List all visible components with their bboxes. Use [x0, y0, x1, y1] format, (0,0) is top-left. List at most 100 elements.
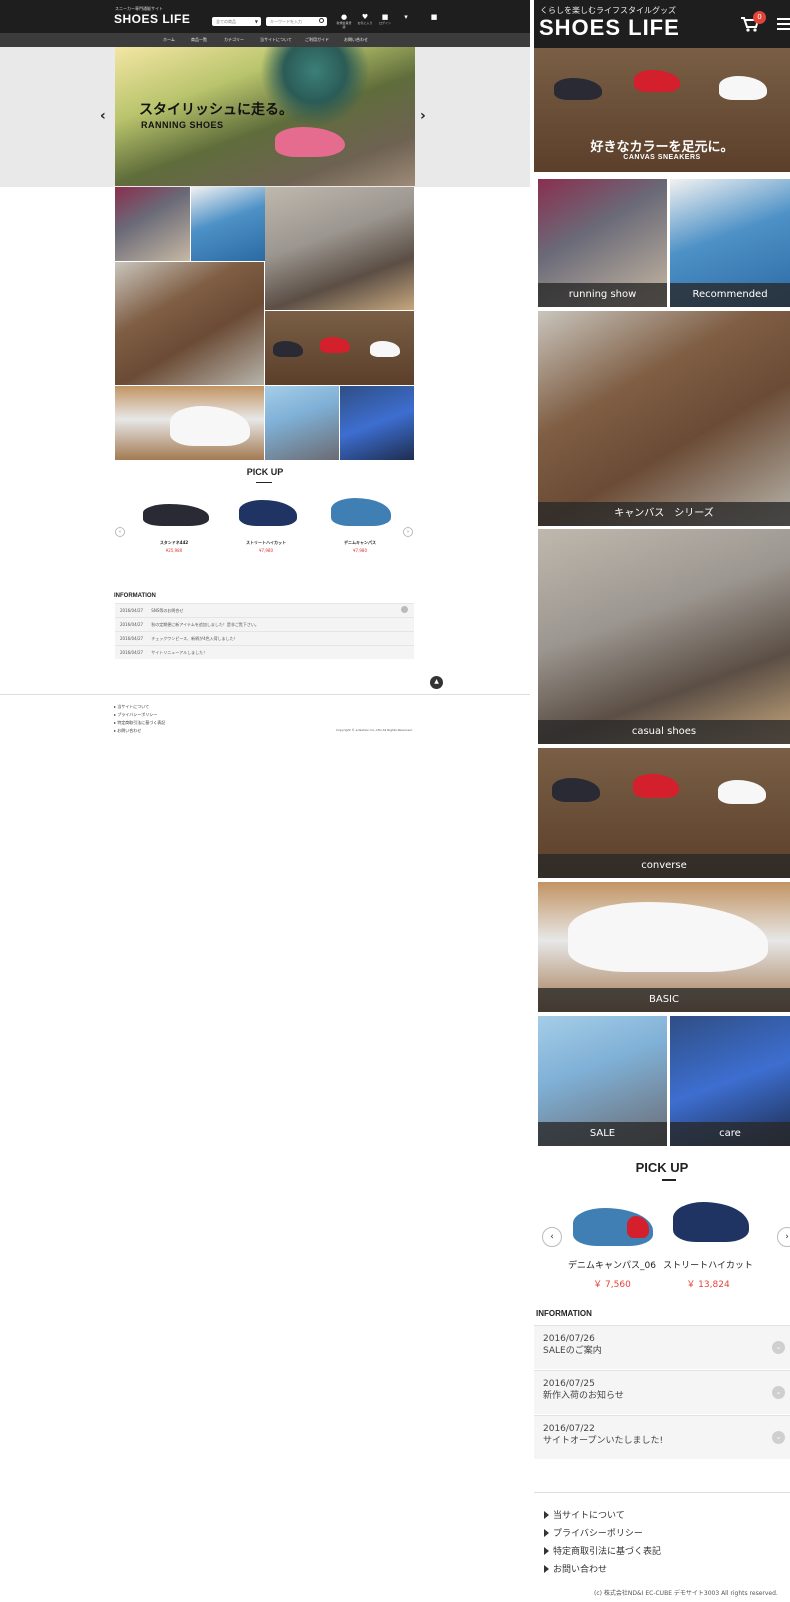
pickup-heading: PICK UP [246, 467, 284, 477]
news-date: 2016/04/27 [120, 608, 144, 613]
footer-link-contact[interactable]: お問い合わせ [544, 1562, 607, 1575]
news-date: 2016/04/27 [120, 636, 144, 641]
chevron-down-icon[interactable]: ⌄ [772, 1386, 785, 1399]
product-card[interactable]: ストリートハイカット ¥7,980 [226, 490, 306, 553]
product-card[interactable]: デニムキャンパス ¥7,980 [320, 490, 400, 553]
tile-sale[interactable] [265, 386, 339, 460]
news-item[interactable]: 2016/04/27 秋の定期便に新アイテムを追加しました！是非ご覧下さい。 [115, 617, 414, 631]
news-item[interactable]: 2016/07/26 SALEのご案内 ⌄ [534, 1325, 790, 1369]
login-link[interactable]: ■ ログイン [377, 13, 393, 25]
register-link[interactable]: ● 新規会員登録 [336, 13, 352, 29]
product-image [567, 1194, 657, 1254]
category-label: SALE [538, 1122, 667, 1146]
shoe-image [633, 774, 679, 798]
footer-link-privacy[interactable]: プライバシーポリシー [544, 1526, 643, 1539]
footer-link-tokushoho[interactable]: 特定商取引法に基づく表記 [544, 1544, 661, 1557]
news-item[interactable]: 2016/04/27 SNS等のお問合せ [115, 603, 414, 617]
canvas-banner[interactable]: 好きなカラーを足元に。 CANVAS SNEAKERS [534, 48, 790, 172]
login-label: ログイン [378, 21, 391, 25]
category-recommended[interactable]: Recommended [670, 179, 790, 307]
product-card[interactable]: ストリートハイカット ￥ 13,824 [658, 1194, 758, 1290]
nav-item-about[interactable]: 当サイトについて [260, 37, 292, 43]
category-label: converse [538, 854, 790, 878]
category-casual-shoes[interactable]: casual shoes [538, 529, 790, 744]
category-select-value: 全ての商品 [216, 19, 236, 24]
footer-link-label: 当サイトについて [117, 704, 150, 709]
hamburger-menu-icon[interactable] [777, 18, 790, 30]
register-label: 新規会員登録 [336, 21, 352, 29]
hero-slide[interactable]: スタイリッシュに走る。 RANNING SHOES [115, 47, 415, 186]
chevron-left-icon[interactable]: ‹ [115, 527, 125, 537]
nav-item-category[interactable]: カテゴリー [224, 37, 244, 43]
search-input[interactable]: キーワードを入力 [266, 17, 327, 26]
site-logo[interactable]: SHOES LIFE [114, 12, 190, 26]
product-price: ¥7,980 [353, 548, 367, 553]
product-card[interactable]: デニムキャンパス_06 ￥ 7,560 [562, 1194, 662, 1290]
news-title: サイトリニューアルしました！ [151, 650, 208, 655]
lock-link[interactable]: ■ [426, 13, 442, 21]
shoe-image [331, 498, 391, 526]
footer-link-about[interactable]: ▸ 当サイトについて [114, 704, 149, 710]
category-label: Recommended [670, 283, 790, 307]
cart-link[interactable]: ▾ [398, 13, 414, 21]
category-basic[interactable]: BASIC [538, 882, 790, 1012]
tile-care[interactable] [340, 386, 414, 460]
tile-canvas[interactable] [115, 262, 264, 385]
category-converse[interactable]: converse [538, 748, 790, 878]
chevron-left-icon[interactable]: ‹ [542, 1227, 562, 1247]
chevron-down-icon[interactable]: ⌄ [772, 1341, 785, 1354]
category-canvas-series[interactable]: キャンバス シリーズ [538, 311, 790, 526]
shoe-image [239, 500, 297, 526]
copyright: (c) 株式会社ND&I EC-CUBE デモサイト3003 All right… [594, 1590, 778, 1597]
search-icon[interactable] [319, 18, 324, 23]
site-logo[interactable]: SHOES LIFE [539, 15, 680, 41]
footer-link-about[interactable]: 当サイトについて [544, 1508, 625, 1521]
expand-toggle-icon[interactable] [401, 606, 408, 613]
news-title: チェックワンピース、新柄が4色入荷しました！ [151, 636, 238, 641]
category-care[interactable]: care [670, 1016, 790, 1146]
nav-item-contact[interactable]: お問い合わせ [344, 37, 368, 43]
next-slide-icon[interactable]: › [420, 108, 426, 124]
news-item[interactable]: 2016/04/27 サイトリニューアルしました！ [115, 645, 414, 659]
mobile-header: くらしを楽しむライフスタイルグッズ SHOES LIFE 0 [534, 0, 790, 48]
product-price: ¥25,980 [165, 548, 183, 553]
category-label: running show [538, 283, 667, 307]
heading-underline [256, 482, 272, 483]
footer-link-label: プライバシーポリシー [117, 712, 158, 717]
category-running-show[interactable]: running show [538, 179, 667, 307]
category-label: care [670, 1122, 790, 1146]
tile-casual[interactable] [265, 187, 414, 310]
tile-recommended[interactable] [191, 187, 265, 261]
news-item[interactable]: 2016/07/25 新作入荷のお知らせ ⌄ [534, 1370, 790, 1414]
heading-underline [662, 1179, 676, 1181]
copyright: Copyright © e-fashion Co.,LTD All Rights… [336, 728, 413, 732]
category-sale[interactable]: SALE [538, 1016, 667, 1146]
prev-slide-icon[interactable]: ‹ [100, 108, 106, 124]
back-to-top-icon[interactable]: ▲ [430, 676, 443, 689]
footer-link-privacy[interactable]: ▸ プライバシーポリシー [114, 712, 157, 718]
nav-item-products[interactable]: 商品一覧 [191, 37, 207, 43]
tile-running[interactable] [115, 187, 190, 261]
chevron-right-icon[interactable]: › [777, 1227, 790, 1247]
chevron-right-icon[interactable]: › [403, 527, 413, 537]
footer-link-label: 当サイトについて [553, 1511, 625, 1521]
shoe-image [273, 341, 303, 357]
news-item[interactable]: 2016/07/22 サイトオープンいたしました! ⌄ [534, 1415, 790, 1459]
chevron-down-icon[interactable]: ⌄ [772, 1431, 785, 1444]
lock-icon: ■ [430, 13, 438, 21]
footer-link-contact[interactable]: ▸ お問い合わせ [114, 728, 141, 734]
nav-item-guide[interactable]: ご利用ガイド [305, 37, 329, 43]
favorite-link[interactable]: ♥ お気に入り [357, 13, 373, 25]
tile-converse[interactable] [265, 311, 414, 385]
category-select[interactable]: 全ての商品 ▼ [212, 17, 261, 26]
product-image [139, 490, 209, 530]
news-item[interactable]: 2016/04/27 チェックワンピース、新柄が4色入荷しました！ [115, 631, 414, 645]
shoe-image [552, 778, 600, 802]
footer-link-tokushoho[interactable]: ▸ 特定商取引法に基づく表記 [114, 720, 165, 726]
category-label: キャンバス シリーズ [538, 502, 790, 526]
tile-basic[interactable] [115, 386, 264, 460]
desktop-header: スニーカー専門通販サイト SHOES LIFE 全ての商品 ▼ キーワードを入力… [0, 0, 530, 33]
nav-item-home[interactable]: ホーム [163, 37, 175, 43]
footer-link-label: プライバシーポリシー [553, 1529, 643, 1539]
product-card[interactable]: スタンドネ442 ¥25,980 [134, 490, 214, 553]
